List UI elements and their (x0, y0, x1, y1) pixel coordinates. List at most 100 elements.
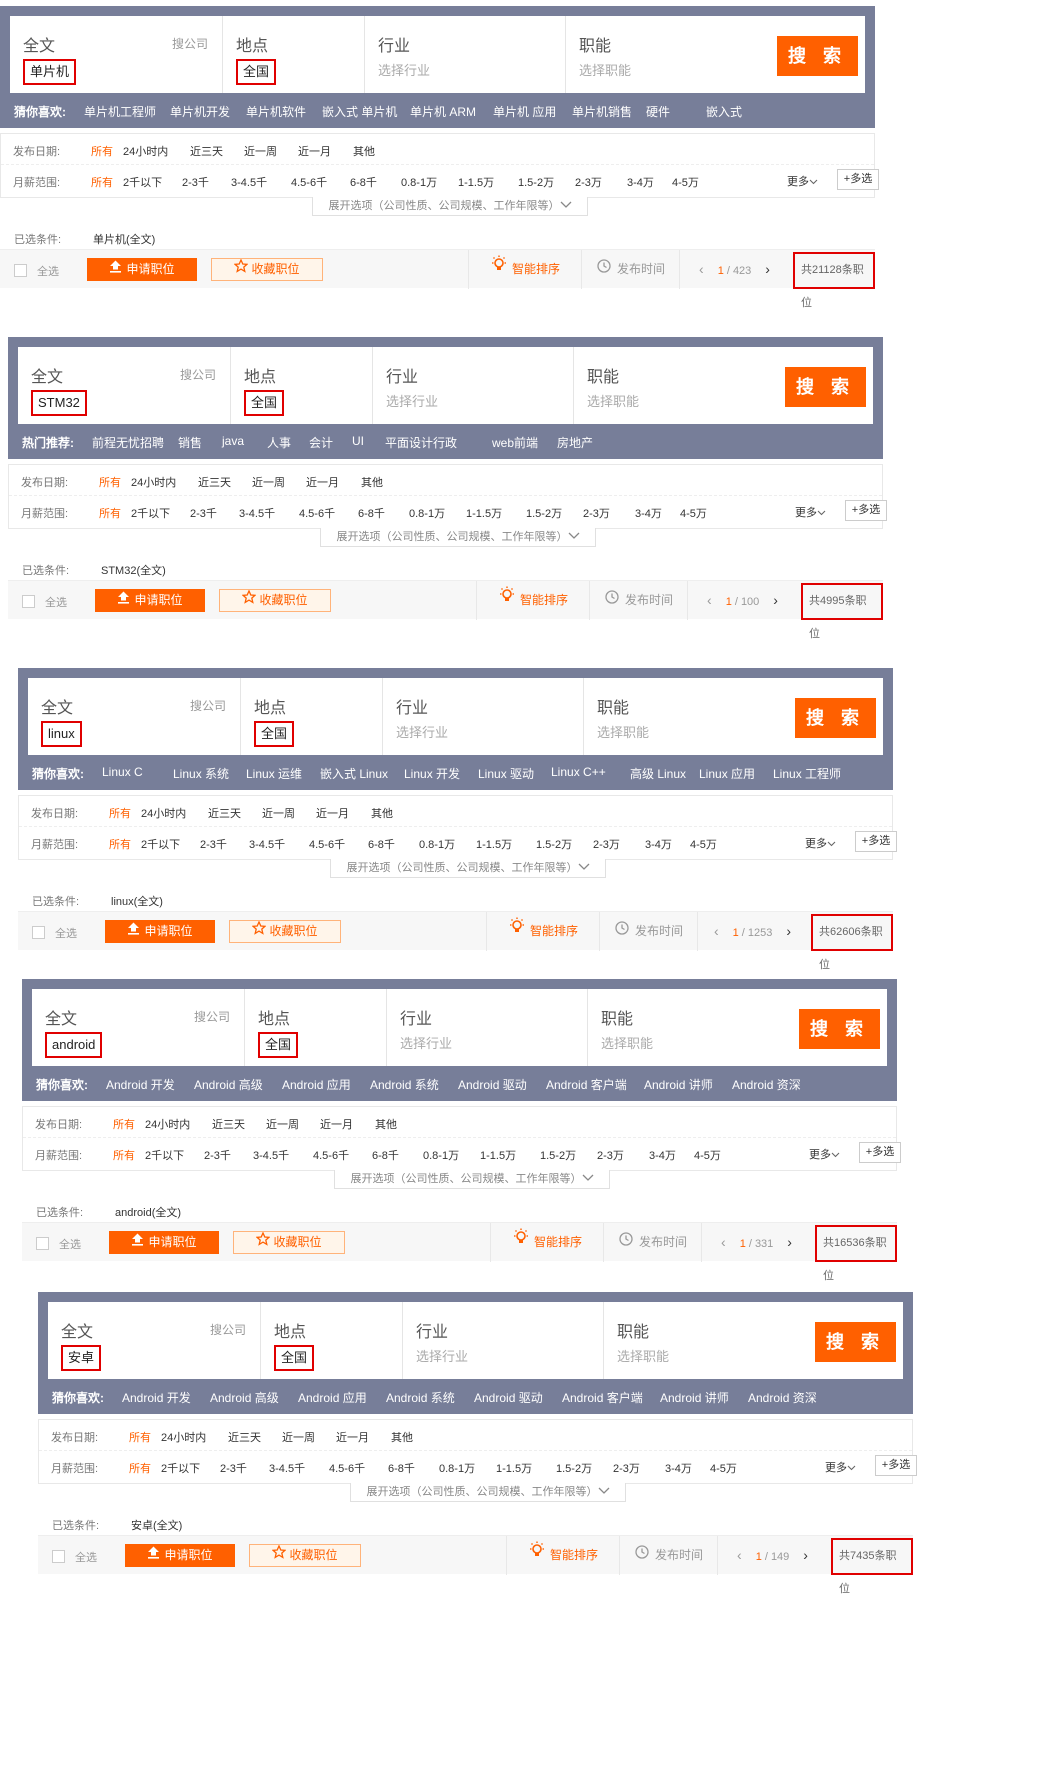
date-option[interactable]: 24小时内 (145, 1116, 190, 1132)
date-option[interactable]: 近三天 (190, 143, 223, 159)
smart-sort-button[interactable]: 智能排序 (486, 912, 600, 951)
apply-job-button[interactable]: 申请职位 (125, 1544, 235, 1567)
salary-option[interactable]: 2-3千 (220, 1460, 247, 1476)
date-option[interactable]: 近一周 (252, 474, 285, 490)
function-field[interactable]: 职能 选择职能 (604, 1302, 804, 1379)
date-option[interactable]: 其他 (371, 805, 393, 821)
date-option[interactable]: 24小时内 (131, 474, 176, 490)
date-option[interactable]: 24小时内 (123, 143, 168, 159)
recommend-keyword-link[interactable]: Android 系统 (370, 1076, 439, 1093)
next-page-icon[interactable]: › (787, 1234, 792, 1250)
industry-field[interactable]: 行业 选择行业 (403, 1302, 604, 1379)
company-search-link[interactable]: 搜公司 (194, 1008, 230, 1025)
recommend-keyword-link[interactable]: 嵌入式 单片机 (322, 103, 397, 120)
smart-sort-button[interactable]: 智能排序 (468, 250, 582, 289)
keyword-value[interactable]: 安卓 (61, 1345, 102, 1371)
more-options-link[interactable]: 更多 (825, 1459, 856, 1475)
selected-condition-tag[interactable]: android(全文) (115, 1204, 181, 1220)
recommend-keyword-link[interactable]: 嵌入式 (706, 103, 742, 120)
recommend-keyword-link[interactable]: Linux 运维 (246, 765, 302, 782)
location-field[interactable]: 地点 全国 (223, 16, 365, 93)
select-all-checkbox[interactable] (14, 264, 27, 277)
salary-option[interactable]: 所有 (91, 174, 113, 190)
recommend-keyword-link[interactable]: UI (352, 434, 364, 448)
recommend-keyword-link[interactable]: 单片机工程师 (84, 103, 156, 120)
date-option[interactable]: 其他 (375, 1116, 397, 1132)
company-search-link[interactable]: 搜公司 (172, 35, 208, 52)
favorite-job-button[interactable]: 收藏职位 (211, 258, 323, 281)
company-search-link[interactable]: 搜公司 (210, 1321, 246, 1338)
select-all-checkbox[interactable] (52, 1550, 65, 1563)
recommend-keyword-link[interactable]: Android 开发 (122, 1389, 191, 1406)
next-page-icon[interactable]: › (773, 592, 778, 608)
recommend-keyword-link[interactable]: Linux 工程师 (773, 765, 841, 782)
industry-field[interactable]: 行业 选择行业 (387, 989, 588, 1066)
date-option[interactable]: 所有 (113, 1116, 135, 1132)
expand-options-toggle[interactable]: 展开选项（公司性质、公司规模、工作年限等） (330, 859, 606, 878)
multi-select-button[interactable]: +多选 (837, 169, 879, 190)
search-button[interactable]: 搜 索 (815, 1322, 896, 1362)
salary-option[interactable]: 2千以下 (123, 174, 162, 190)
smart-sort-button[interactable]: 智能排序 (476, 581, 590, 620)
select-all-label[interactable]: 全选 (75, 1549, 97, 1565)
keyword-value[interactable]: 单片机 (23, 59, 77, 85)
recommend-keyword-link[interactable]: 行政 (433, 434, 457, 451)
salary-option[interactable]: 2-3千 (190, 505, 217, 521)
salary-option[interactable]: 0.8-1万 (423, 1147, 459, 1163)
salary-option[interactable]: 1-1.5万 (458, 174, 494, 190)
salary-option[interactable]: 2千以下 (145, 1147, 184, 1163)
date-option[interactable]: 近三天 (228, 1429, 261, 1445)
location-value[interactable]: 全国 (244, 390, 285, 416)
publish-time-sort-button[interactable]: 发布时间 (591, 581, 688, 620)
recommend-keyword-link[interactable]: Android 应用 (298, 1389, 367, 1406)
salary-option[interactable]: 1.5-2万 (540, 1147, 576, 1163)
salary-option[interactable]: 6-8千 (372, 1147, 399, 1163)
select-all-checkbox[interactable] (32, 926, 45, 939)
date-option[interactable]: 近一周 (282, 1429, 315, 1445)
salary-option[interactable]: 4-5万 (690, 836, 717, 852)
recommend-keyword-link[interactable]: Linux 应用 (699, 765, 755, 782)
selected-condition-tag[interactable]: linux(全文) (111, 893, 163, 909)
recommend-keyword-link[interactable]: Linux C (102, 765, 143, 779)
recommend-keyword-link[interactable]: Linux 系统 (173, 765, 229, 782)
salary-option[interactable]: 2千以下 (131, 505, 170, 521)
salary-option[interactable]: 2千以下 (141, 836, 180, 852)
salary-option[interactable]: 3-4.5千 (249, 836, 285, 852)
date-option[interactable]: 所有 (129, 1429, 151, 1445)
expand-options-toggle[interactable]: 展开选项（公司性质、公司规模、工作年限等） (312, 197, 588, 216)
function-field[interactable]: 职能 选择职能 (574, 347, 774, 424)
keyword-value[interactable]: STM32 (31, 390, 87, 416)
recommend-keyword-link[interactable]: Android 客户端 (562, 1389, 643, 1406)
date-option[interactable]: 近一周 (244, 143, 277, 159)
recommend-keyword-link[interactable]: Android 驱动 (458, 1076, 527, 1093)
salary-option[interactable]: 所有 (109, 836, 131, 852)
salary-option[interactable]: 2-3万 (597, 1147, 624, 1163)
select-all-checkbox[interactable] (22, 595, 35, 608)
recommend-keyword-link[interactable]: 人事 (267, 434, 291, 451)
location-value[interactable]: 全国 (274, 1345, 315, 1371)
recommend-keyword-link[interactable]: 单片机开发 (170, 103, 230, 120)
salary-option[interactable]: 4-5万 (694, 1147, 721, 1163)
salary-option[interactable]: 6-8千 (358, 505, 385, 521)
publish-time-sort-button[interactable]: 发布时间 (583, 250, 680, 289)
favorite-job-button[interactable]: 收藏职位 (249, 1544, 361, 1567)
salary-option[interactable]: 3-4.5千 (239, 505, 275, 521)
publish-time-sort-button[interactable]: 发布时间 (621, 1536, 718, 1575)
select-all-label[interactable]: 全选 (45, 594, 67, 610)
more-options-link[interactable]: 更多 (805, 835, 836, 851)
salary-option[interactable]: 3-4万 (665, 1460, 692, 1476)
multi-select-button[interactable]: +多选 (859, 1142, 901, 1163)
select-all-checkbox[interactable] (36, 1237, 49, 1250)
favorite-job-button[interactable]: 收藏职位 (229, 920, 341, 943)
salary-option[interactable]: 4.5-6千 (299, 505, 335, 521)
location-field[interactable]: 地点 全国 (261, 1302, 403, 1379)
favorite-job-button[interactable]: 收藏职位 (219, 589, 331, 612)
salary-option[interactable]: 3-4万 (627, 174, 654, 190)
prev-page-icon[interactable]: ‹ (737, 1547, 742, 1563)
selected-condition-tag[interactable]: 安卓(全文) (131, 1517, 182, 1533)
date-option[interactable]: 近一月 (316, 805, 349, 821)
prev-page-icon[interactable]: ‹ (707, 592, 712, 608)
recommend-keyword-link[interactable]: 硬件 (646, 103, 670, 120)
multi-select-button[interactable]: +多选 (855, 831, 897, 852)
salary-option[interactable]: 0.8-1万 (439, 1460, 475, 1476)
